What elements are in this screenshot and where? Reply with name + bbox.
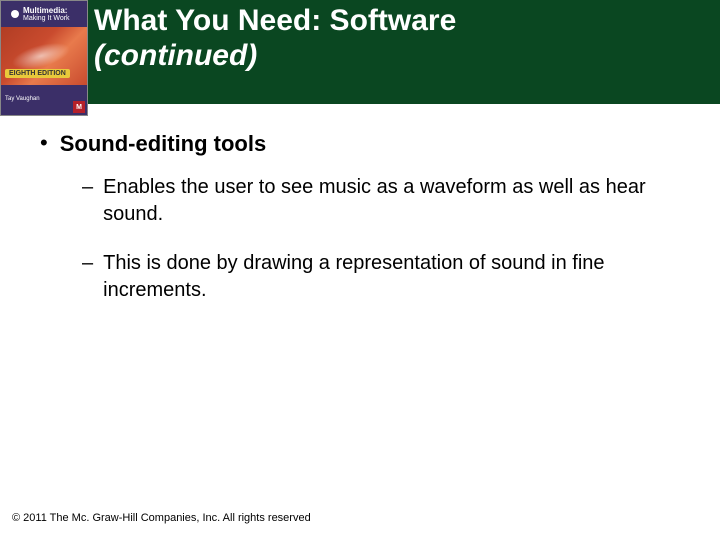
book-cover-thumbnail: Multimedia: Making It Work EIGHTH EDITIO… — [0, 0, 88, 116]
slide-title-block: What You Need: Software (continued) — [94, 0, 456, 73]
book-cover-top: Multimedia: Making It Work — [1, 1, 87, 27]
book-edition-badge: EIGHTH EDITION — [5, 69, 70, 78]
slide-header: Multimedia: Making It Work EIGHTH EDITIO… — [0, 0, 720, 104]
copyright-footer: © 2011 The Mc. Graw-Hill Companies, Inc.… — [12, 512, 311, 524]
book-title: Multimedia: — [23, 7, 70, 15]
book-cover-dot-icon — [11, 10, 19, 18]
dash-marker-icon: – — [82, 250, 93, 276]
dash-marker-icon: – — [82, 174, 93, 200]
book-cover-bottom: Tay Vaughan M — [1, 93, 87, 115]
book-subtitle: Making It Work — [23, 15, 70, 22]
sub-bullet-item: – This is done by drawing a representati… — [82, 250, 680, 304]
book-author: Tay Vaughan — [5, 96, 40, 102]
bullet-text: Sound-editing tools — [60, 130, 267, 158]
slide-content: • Sound-editing tools – Enables the user… — [0, 104, 720, 304]
slide-title: What You Need: Software — [94, 4, 456, 39]
bullet-item: • Sound-editing tools — [40, 130, 680, 158]
sub-bullet-text: This is done by drawing a representation… — [103, 250, 650, 304]
publisher-logo-icon: M — [73, 101, 85, 113]
bullet-marker-icon: • — [40, 130, 48, 156]
sub-bullet-text: Enables the user to see music as a wavef… — [103, 174, 650, 228]
sub-bullet-item: – Enables the user to see music as a wav… — [82, 174, 680, 228]
slide-title-continued: (continued) — [94, 39, 456, 74]
